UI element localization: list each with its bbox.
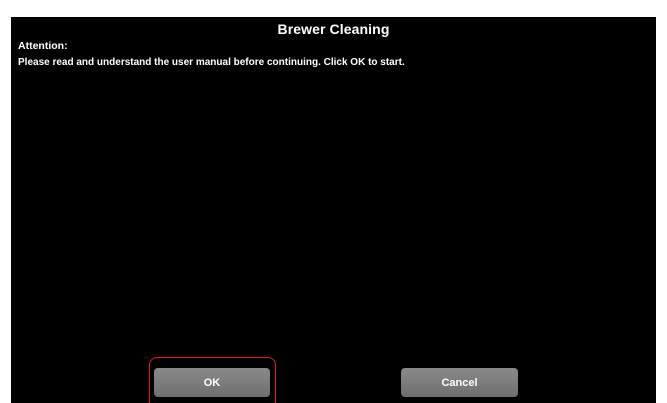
page-title: Brewer Cleaning [277, 21, 390, 37]
ok-button[interactable]: OK [154, 368, 270, 397]
brewer-cleaning-screen: Brewer Cleaning Attention: Please read a… [11, 17, 656, 403]
cancel-button[interactable]: Cancel [401, 368, 518, 397]
attention-label: Attention: [18, 40, 68, 52]
instruction-message: Please read and understand the user manu… [18, 57, 405, 68]
